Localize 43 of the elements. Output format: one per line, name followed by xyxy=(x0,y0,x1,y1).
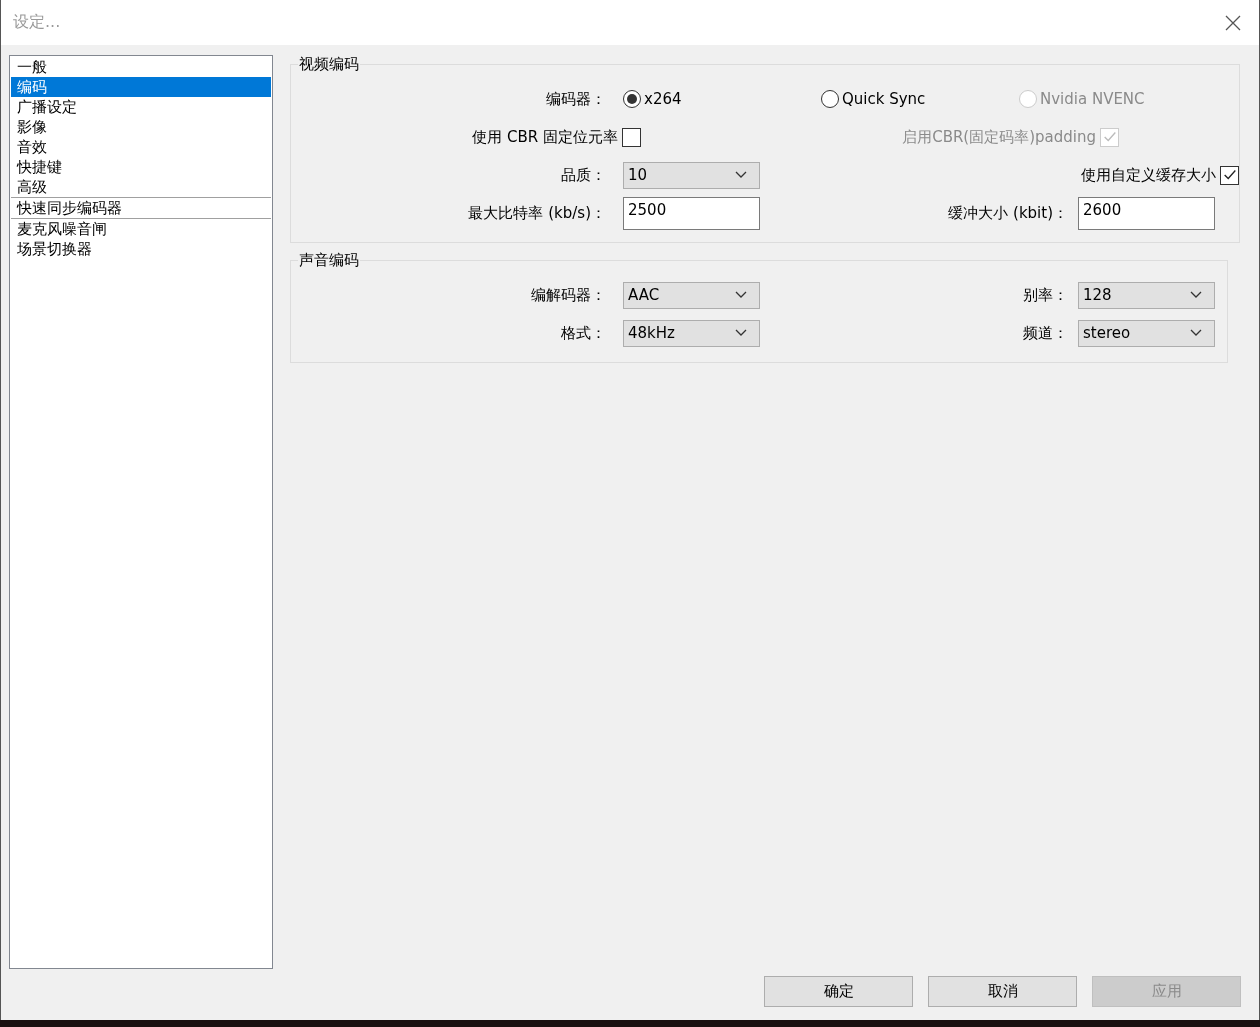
dropdown[interactable]: AAC xyxy=(623,281,760,309)
field-label: 格式： xyxy=(560,323,606,343)
checkbox-label: 使用自定义缓存大小 xyxy=(1080,165,1216,185)
category-item[interactable]: 高级 xyxy=(11,177,271,197)
caret-icon xyxy=(735,291,747,299)
category-item[interactable]: 音效 xyxy=(11,137,271,157)
dialog-button[interactable]: 取消 xyxy=(928,976,1077,1007)
window-title: 设定... xyxy=(13,12,61,33)
radio-option[interactable]: Quick Sync xyxy=(821,90,1019,108)
dropdown[interactable]: 48kHz xyxy=(623,319,760,347)
caret-icon xyxy=(1190,329,1202,337)
checkbox[interactable] xyxy=(622,127,641,147)
category-item[interactable]: 影像 xyxy=(11,117,271,137)
radio-option[interactable]: x264 xyxy=(623,90,821,108)
category-item[interactable]: 场景切换器 xyxy=(11,239,271,259)
input-field[interactable]: 2500 xyxy=(623,196,760,230)
group-title: 视频编码 xyxy=(298,55,360,74)
category-item[interactable]: 广播设定 xyxy=(11,97,271,117)
group-title: 声音编码 xyxy=(298,251,360,270)
checkbox-label: 使用 CBR 固定位元率 xyxy=(471,127,618,147)
field-label: 最大比特率 (kb/s)： xyxy=(467,203,606,223)
dropdown[interactable]: 10 xyxy=(623,161,760,189)
category-item[interactable]: 一般 xyxy=(11,57,271,77)
category-item[interactable]: 编码 xyxy=(11,77,271,97)
checkbox-label: 启用CBR(固定码率)padding xyxy=(901,127,1096,147)
field-label: 编解码器： xyxy=(530,285,606,305)
field-label: 别率： xyxy=(1022,285,1068,305)
dropdown[interactable]: stereo xyxy=(1078,319,1215,347)
close-icon[interactable] xyxy=(1225,14,1241,31)
field-label: 缓冲大小 (kbit)： xyxy=(947,203,1068,223)
input-field[interactable]: 2600 xyxy=(1078,196,1215,230)
category-item[interactable]: 快速同步编码器 xyxy=(11,197,271,218)
dropdown[interactable]: 128 xyxy=(1078,281,1215,309)
caret-icon xyxy=(735,171,747,179)
checkbox[interactable] xyxy=(1220,165,1239,185)
category-item[interactable]: 麦克风噪音闸 xyxy=(11,218,271,239)
caret-icon xyxy=(735,329,747,337)
field-label: 编码器： xyxy=(545,89,606,109)
field-label: 品质： xyxy=(560,165,606,185)
field-label: 频道： xyxy=(1022,323,1068,343)
category-item[interactable]: 快捷键 xyxy=(11,157,271,177)
dialog-button[interactable]: 确定 xyxy=(764,976,913,1007)
caret-icon xyxy=(1190,291,1202,299)
